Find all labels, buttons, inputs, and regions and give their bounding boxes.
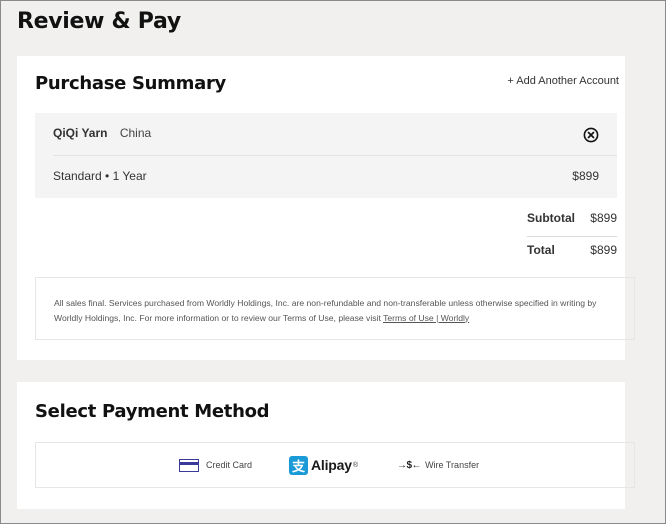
total-row: Total $899 [527,243,617,266]
subtotal-value: $899 [590,211,617,225]
purchase-summary-title: Purchase Summary [35,73,226,94]
wire-transfer-label: Wire Transfer [425,460,480,470]
payment-options: Credit Card 支 Alipay ® →$← Wire Transfer [35,442,635,488]
company-country: China [119,126,152,140]
page-title: Review & Pay [17,9,181,34]
totals-divider [527,236,617,237]
credit-card-icon [179,458,199,472]
subtotal-label: Subtotal [527,211,575,225]
subtotal-row: Subtotal $899 [527,211,617,234]
disclaimer-text: All sales final. Services purchased from… [54,298,597,323]
company-name: QiQi Yarn [53,126,108,140]
alipay-label: Alipay [311,457,352,473]
sales-disclaimer: All sales final. Services purchased from… [35,277,635,340]
credit-card-label: Credit Card [206,460,253,470]
alipay-icon: 支 [289,455,308,475]
remove-item-button[interactable] [583,127,599,143]
add-another-account-link[interactable]: + Add Another Account [507,75,619,87]
close-circle-icon [583,127,599,143]
plan-label: Standard • 1 Year [53,169,147,183]
credit-card-option[interactable]: Credit Card [179,443,252,487]
line-item-header: QiQi Yarn China [53,126,151,140]
line-item-divider [53,155,617,156]
alipay-option[interactable]: 支 Alipay ® [289,443,358,487]
wire-transfer-option[interactable]: →$← Wire Transfer [397,443,479,487]
payment-method-card: Select Payment Method Credit Card 支 Alip… [17,382,635,509]
purchase-summary-card: Purchase Summary + Add Another Account Q… [17,56,635,360]
totals: Subtotal $899 Total $899 [527,211,617,266]
terms-of-use-link[interactable]: Terms of Use | Worldly [383,313,469,323]
payment-method-title: Select Payment Method [35,401,270,422]
plan-price: $899 [572,169,599,183]
total-label: Total [527,243,555,257]
alipay-trademark: ® [352,461,358,469]
total-value: $899 [590,243,617,257]
wire-transfer-icon: →$← [397,459,422,471]
line-item: QiQi Yarn China Standard • 1 Year $899 [35,113,617,198]
